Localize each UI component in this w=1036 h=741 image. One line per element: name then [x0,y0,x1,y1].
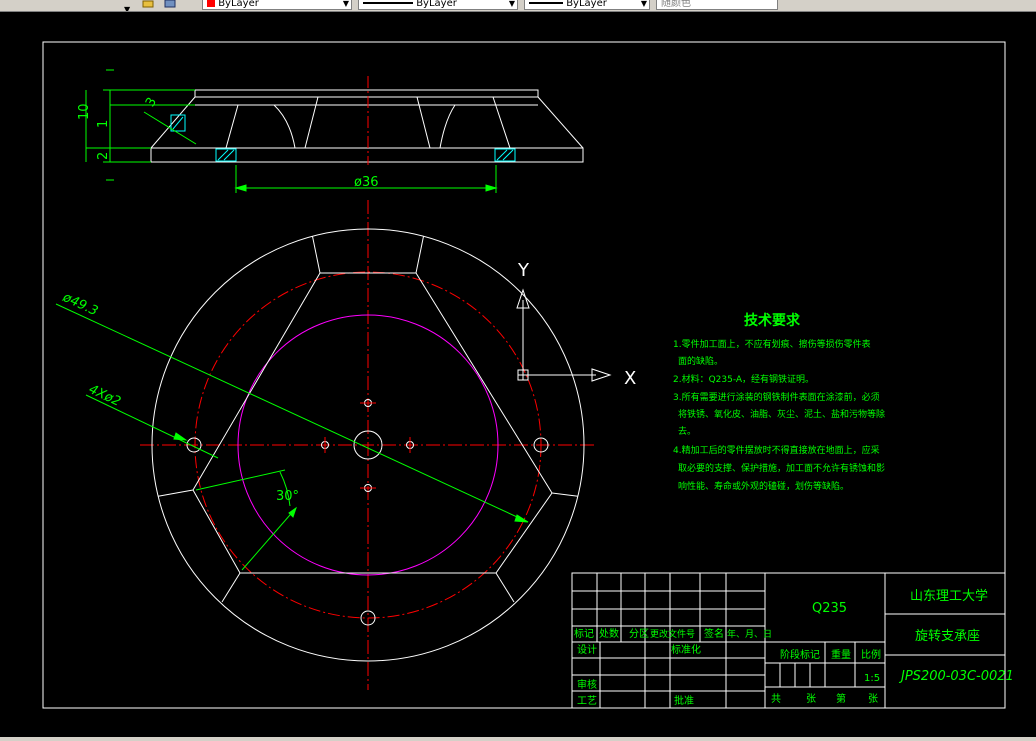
linetype-label: ByLayer [416,0,457,9]
tb-page: 第 [836,692,846,705]
ucs-x-label: X [624,368,636,389]
tech-req-line-2: 面的缺陷。 [678,355,723,367]
status-bar [0,737,1036,741]
technical-requirements: 技术要求 1.零件加工面上，不应有划痕、擦伤等损伤零件表 面的缺陷。 2.材料：… [673,312,885,492]
tb-count: 处数 [599,627,619,640]
dim-height-mid: 1 [96,120,111,128]
tb-approve: 批准 [674,694,694,707]
tech-req-line-4: 3.所有需要进行涂装的钢铁制件表面在涂漆前，必须 [673,391,880,403]
tb-process: 工艺 [577,695,597,707]
rib-geometry [153,229,584,603]
tech-req-line-9: 响性能、寿命或外观的磕碰，划伤等缺陷。 [678,480,849,492]
tb-zone: 分区 [629,628,649,640]
ucs-y-label: Y [517,260,530,281]
tech-req-line-7: 4.精加工后的零件摆放时不得直接放在地面上，应采 [673,444,880,456]
dim-angle: 30° [276,489,299,504]
tb-total: 共 [771,693,781,705]
drawing-canvas[interactable]: 10 1 2 3 ø36 ø49.3 4Xø2 30° Y X 技术要求 1.零… [0,11,1036,737]
tb-sign: 签名 [704,627,724,640]
red-swatch-icon [207,0,215,7]
plan-dimensions [55,303,529,571]
dropdown-arrow-icon[interactable]: ▼ [124,0,138,11]
tb-material: Q235 [812,601,847,616]
lineweight-preview [529,2,563,4]
dim-height-total: 10 [77,103,92,120]
dim-holes: 4Xø2 [86,382,123,410]
tb-mark: 标记 [574,628,594,640]
tb-standard: 标准化 [671,643,701,656]
tb-sheets2: 张 [868,693,878,705]
layer-manager-icon[interactable] [142,0,156,9]
tb-part-name: 旋转支承座 [915,629,980,644]
tb-drawing-no: JPS200-03C-0021 [898,669,1014,684]
plotstyle-label: 随颜色 [661,0,691,9]
tech-req-title: 技术要求 [744,312,801,329]
plotstyle-control-dropdown[interactable]: 随颜色 [656,0,778,10]
tb-scale-value: 1:5 [864,673,880,684]
tech-req-line-8: 取必要的支撑、保护措施，加工面不允许有锈蚀和影 [678,462,885,474]
chevron-down-icon: ▼ [640,0,647,8]
tb-stage: 阶段标记 [780,648,820,661]
dim-bore: ø36 [354,175,379,190]
lineweight-control-dropdown[interactable]: ByLayer ▼ [524,0,650,10]
layer-states-icon[interactable] [163,0,177,9]
tb-sheets1: 张 [806,693,816,705]
dim-height-base: 2 [96,152,111,160]
tb-ratio: 比例 [861,648,881,661]
dim-slot: 3 [143,95,160,110]
section-hatch [170,114,516,162]
chevron-down-icon: ▼ [508,0,515,8]
tb-design: 设计 [577,643,597,656]
tb-change-doc: 更改文件号 [650,628,695,640]
color-control-dropdown[interactable]: ByLayer ▼ [202,0,352,10]
tech-req-line-1: 1.零件加工面上，不应有划痕、擦伤等损伤零件表 [673,338,871,350]
tech-req-line-6: 去。 [678,425,696,437]
chevron-down-icon: ▼ [342,0,349,8]
tech-req-line-3: 2.材料：Q235-A，经有钢铁证明。 [673,373,814,385]
color-label: ByLayer [218,0,259,9]
tech-req-line-5: 将铁锈、氧化皮、油脂、灰尘、泥土、盐和污物等除 [678,408,885,420]
tb-check: 审核 [577,678,597,691]
tb-school: 山东理工大学 [910,588,988,604]
linetype-preview [363,2,413,4]
lineweight-label: ByLayer [566,0,607,9]
linetype-control-dropdown[interactable]: ByLayer ▼ [358,0,518,10]
tb-date: 年、月、日 [727,628,772,640]
tb-weight: 重量 [831,648,851,661]
